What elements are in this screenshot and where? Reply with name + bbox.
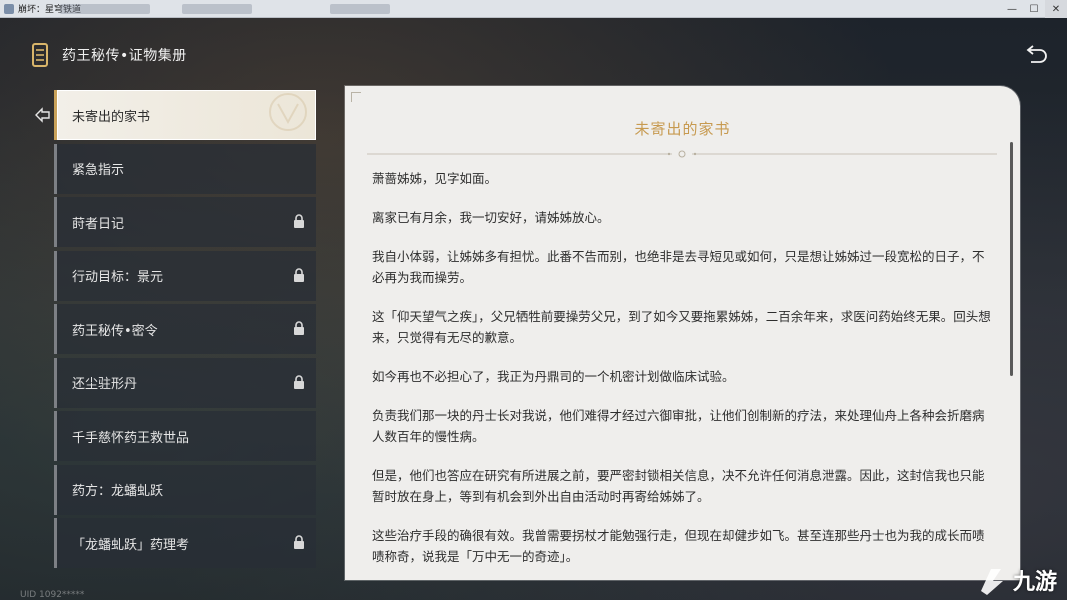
evidence-item-label: 药方：龙蟠虬跃 (72, 484, 164, 499)
document-scrollbar[interactable] (1010, 142, 1013, 376)
window-controls: — ☐ ✕ (1001, 0, 1067, 18)
evidence-item[interactable]: 还尘驻形丹 (54, 357, 316, 408)
uid-label: UID 1092***** (20, 590, 85, 600)
blurred-tab (182, 4, 252, 14)
evidence-item-label: 未寄出的家书 (72, 109, 151, 125)
evidence-item[interactable]: 「龙蟠虬跃」药理考 (54, 518, 316, 568)
evidence-item-label: 行动目标：景元 (72, 270, 164, 285)
document-body: 萧蔷姊姊，见字如面。 离家已有月余，我一切安好，请姊姊放心。 我自小体弱，让姊姊… (372, 168, 992, 580)
watermark-logo-icon (980, 569, 1003, 595)
evidence-item[interactable]: 紧急指示 (54, 143, 316, 194)
close-button[interactable]: ✕ (1045, 0, 1067, 18)
site-watermark: 九游 (975, 562, 1057, 598)
document-paragraph: 这「仰天望气之疾」，父兄牺牲前要操劳父兄，到了如今又要拖累姊姊，二百余年来，求医… (372, 309, 991, 345)
document-paragraph: 负责我们那一块的丹士长对我说，他们难得才经过六御审批，让他们创制新的疗法，来处理… (372, 408, 985, 444)
panel-corner-ornament (351, 92, 361, 102)
app-icon (4, 3, 14, 14)
window-titlebar: 崩坏：星穹铁道 — ☐ ✕ (0, 0, 1067, 18)
game-view: 药王秘传•证物集册 未寄出的家书 紧急指示 莳者日记 行动目标：景元 药王秘传•… (0, 18, 1067, 600)
document-paragraph: 但是，他们也答应在研究有所进展之前，要严密封锁相关信息，决不允许任何消息泄露。因… (372, 468, 985, 504)
lock-icon (294, 214, 304, 228)
page-header: 药王秘传•证物集册 (30, 40, 187, 70)
evidence-item-label: 还尘驻形丹 (72, 377, 138, 392)
document-paragraph: 萧蔷姊姊，见字如面。 (372, 171, 498, 186)
lock-icon (294, 535, 304, 549)
maximize-button[interactable]: ☐ (1023, 0, 1045, 18)
evidence-item[interactable]: 未寄出的家书 (54, 90, 316, 140)
title-divider (367, 150, 997, 158)
lock-icon (294, 321, 304, 335)
evidence-item-label: 莳者日记 (72, 216, 125, 232)
evidence-list: 未寄出的家书 紧急指示 莳者日记 行动目标：景元 药王秘传•密令 还尘驻形丹 千… (54, 90, 316, 572)
document-title: 未寄出的家书 (634, 120, 731, 138)
lock-icon (294, 267, 304, 282)
evidence-item[interactable]: 千手慈怀药王救世品 (54, 411, 316, 461)
minimize-button[interactable]: — (1001, 0, 1023, 18)
document-panel[interactable]: 未寄出的家书 萧蔷姊姊，见字如面。 离家已有月余，我一切安好，请姊姊放心。 我自… (345, 86, 1020, 580)
decorative-emblem-icon (269, 93, 307, 131)
document-paragraph: 离家已有月余，我一切安好，请姊姊放心。 (372, 210, 610, 225)
blurred-tab (60, 4, 150, 14)
evidence-item[interactable]: 药方：龙蟠虬跃 (54, 464, 316, 515)
evidence-item-label: 紧急指示 (72, 163, 125, 178)
page-title: 药王秘传•证物集册 (62, 48, 187, 64)
document-paragraph: 这些治疗手段的确很有效。我曾需要拐杖才能勉强行走，但现在却健步如飞。甚至连那些丹… (372, 528, 985, 564)
evidence-item[interactable]: 药王秘传•密令 (54, 304, 316, 354)
watermark-text: 九游 (1012, 570, 1057, 595)
document-paragraph: 我自小体弱，让姊姊多有担忧。此番不告而别，也绝非是去寻短见或如何，只是想让姊姊过… (372, 249, 985, 285)
back-button[interactable] (1023, 40, 1051, 68)
back-arrow-icon (1026, 45, 1047, 63)
document-paragraph: 如今再也不必担心了，我正为丹鼎司的一个机密计划做临床试验。 (372, 369, 735, 384)
evidence-item-label: 药王秘传•密令 (72, 323, 158, 339)
lock-icon (294, 374, 304, 389)
book-icon (30, 42, 50, 68)
blurred-tab (330, 4, 390, 14)
selection-pointer-icon (34, 106, 52, 124)
evidence-item-label: 「龙蟠虬跃」药理考 (72, 537, 190, 553)
evidence-item[interactable]: 行动目标：景元 (54, 250, 316, 301)
evidence-item-label: 千手慈怀药王救世品 (72, 430, 190, 446)
evidence-item[interactable]: 莳者日记 (54, 197, 316, 247)
